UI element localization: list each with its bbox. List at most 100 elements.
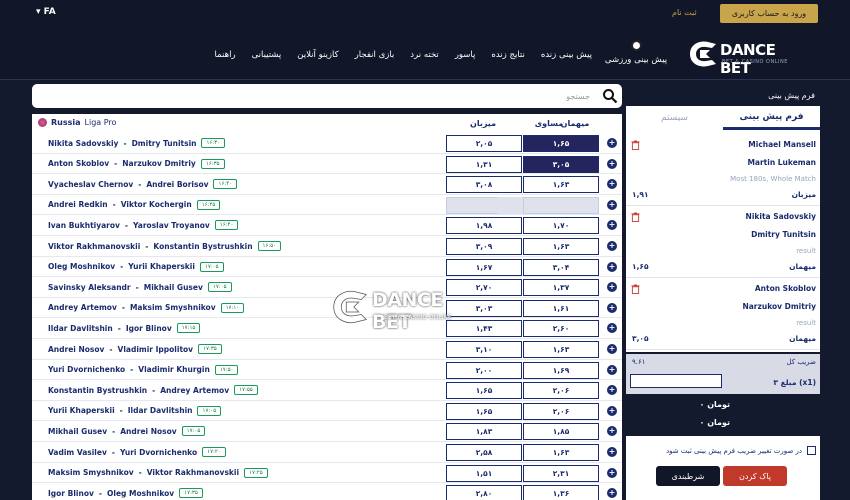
- match-players[interactable]: Vadim Vasilev - Yuri Dvornichenko ۱۷:۲۰: [48, 447, 226, 457]
- signup-link[interactable]: ثبت نام: [672, 8, 697, 17]
- odds-home[interactable]: ۱,۸۵: [523, 423, 599, 441]
- match-time-badge: ۱۶:۵۰: [257, 241, 282, 251]
- odds-home[interactable]: ۱,۶۳: [523, 341, 599, 358]
- league-name: Liga Pro: [84, 118, 117, 127]
- player-separator: -: [123, 138, 127, 148]
- nav-item[interactable]: پیش بینی زنده: [541, 50, 592, 60]
- match-players[interactable]: Nikita Sadovskiy - Dmitry Tunitsin ۱۶:۳۰: [48, 138, 226, 148]
- more-markets-icon[interactable]: +: [607, 302, 617, 313]
- match-players[interactable]: Vyacheslav Chernov - Andrei Borisov ۱۶:۴۰: [48, 179, 238, 190]
- player-away: Viktor Rakhmanovskii: [146, 468, 240, 478]
- trash-icon[interactable]: [631, 140, 640, 150]
- nav-item[interactable]: نتایج زنده: [491, 50, 524, 60]
- player-separator: -: [109, 344, 113, 354]
- odds-home[interactable]: ۳,۰۴: [523, 258, 599, 276]
- player-separator: -: [111, 447, 115, 457]
- match-players[interactable]: Andrei Redkin - Viktor Kochergin ۱۶:۴۵: [48, 199, 221, 210]
- more-markets-icon[interactable]: +: [607, 447, 617, 457]
- more-markets-icon[interactable]: +: [607, 220, 617, 231]
- match-time-badge: ۱۶:۳۰: [201, 138, 226, 148]
- match-players[interactable]: Andrei Nosov - Vladimir Ippolitov ۱۷:۳۵: [48, 344, 222, 354]
- trash-icon[interactable]: [631, 212, 640, 222]
- more-markets-icon[interactable]: +: [607, 199, 617, 210]
- match-players[interactable]: Savinsky Aleksandr - Mikhail Gusev ۱۷:۰۵: [48, 282, 232, 293]
- accept-odds-change[interactable]: در صورت تغییر ضریب فرم پیش بینی ثبت شود: [666, 446, 816, 455]
- odds-home[interactable]: ۲,۰۶: [523, 402, 599, 420]
- match-players[interactable]: Maksim Smyshnikov - Viktor Rakhmanovskii ۱۷…: [48, 467, 268, 478]
- trash-icon[interactable]: [631, 284, 640, 294]
- match-time-badge: ۱۶:۴۰: [214, 220, 239, 231]
- odds-home[interactable]: ۲,۶۰: [523, 320, 599, 338]
- accept-odds-checkbox[interactable]: [807, 446, 816, 455]
- place-bet-button[interactable]: شرطبندی: [656, 466, 720, 486]
- stake-input[interactable]: [630, 374, 722, 388]
- odds-home[interactable]: ۱,۶۳: [523, 176, 599, 194]
- more-markets-icon[interactable]: +: [607, 488, 617, 499]
- nav-item[interactable]: تخته نرد: [410, 50, 439, 60]
- odds-home[interactable]: [523, 196, 599, 214]
- odds-home[interactable]: ۱,۶۳: [523, 238, 599, 255]
- match-time-badge: ۱۶:۴۵: [196, 199, 221, 210]
- match-players[interactable]: Yuri Dvornichenko - Vladimir Khurgin ۱۷:۵۰: [48, 364, 239, 375]
- match-players[interactable]: Igor Blinov - Oleg Moshnikov ۱۷:۳۵: [48, 488, 203, 499]
- more-markets-icon[interactable]: +: [607, 261, 617, 272]
- odds-home[interactable]: ۱,۶۱: [523, 299, 599, 317]
- more-markets-icon[interactable]: +: [607, 282, 617, 293]
- total-odds-value: ۹.۶۱: [632, 358, 646, 366]
- more-markets-icon[interactable]: +: [607, 426, 617, 437]
- language-switcher[interactable]: ▾ FA: [36, 7, 56, 17]
- match-players[interactable]: Oleg Moshnikov - Yurii Khaperskii ۱۷:۰۵: [48, 261, 224, 272]
- bet-market: Most 180s, Whole Match: [730, 175, 816, 183]
- more-markets-icon[interactable]: +: [607, 241, 617, 251]
- more-markets-icon[interactable]: +: [607, 323, 617, 334]
- match-players[interactable]: Viktor Rakhmanovskii - Konstantin Bystrush…: [48, 241, 282, 251]
- logo[interactable]: DANCE BET BET & CASINO ONLINE: [686, 38, 810, 77]
- search-input[interactable]: [40, 88, 590, 104]
- more-markets-icon[interactable]: +: [607, 467, 617, 478]
- odds-home[interactable]: ۲,۳۱: [523, 464, 599, 482]
- odds-home[interactable]: ۱,۳۶: [523, 485, 599, 500]
- player-away: Maksim Smyshnikov: [129, 303, 216, 313]
- odds-home[interactable]: ۱,۳۷: [523, 279, 599, 297]
- match-players[interactable]: Konstantin Bystrushkin - Andrey Artemov ۱۷:…: [48, 385, 258, 396]
- nav-item[interactable]: راهنما: [215, 50, 236, 60]
- potential-win: تومان ۰: [699, 418, 730, 427]
- nav-item[interactable]: پشتیبانی: [252, 50, 282, 60]
- odds-home[interactable]: ۱,۶۵: [523, 135, 599, 152]
- tab-betslip[interactable]: فرم پیش بینی: [723, 106, 820, 130]
- more-markets-icon[interactable]: +: [607, 138, 617, 148]
- more-markets-icon[interactable]: +: [607, 158, 617, 169]
- match-players[interactable]: Yurii Khaperskii - Ildar Davlitshin ۱۷:۰۵: [48, 405, 222, 416]
- match-players[interactable]: Andrey Artemov - Maksim Smyshnikov ۱۷:۱۰: [48, 302, 245, 313]
- match-players[interactable]: Anton Skoblov - Narzukov Dmitriy ۱۶:۳۵: [48, 158, 225, 169]
- search-icon[interactable]: [602, 88, 618, 104]
- odds-home[interactable]: ۲,۰۶: [523, 382, 599, 400]
- clear-button[interactable]: پاک کردن: [723, 466, 787, 486]
- odds-home[interactable]: ۱,۶۳: [523, 444, 599, 461]
- player-away: Narzukov Dmitriy: [122, 159, 196, 169]
- tab-system[interactable]: سیستم: [626, 106, 723, 130]
- search-bar: [32, 84, 622, 108]
- nav-item[interactable]: کازینو آنلاین: [297, 50, 338, 60]
- more-markets-icon[interactable]: +: [607, 344, 617, 354]
- match-row: Nikita Sadovskiy - Dmitry Tunitsin ۱۶:۳۰ ۲,۰…: [32, 133, 622, 154]
- odds-home[interactable]: ۳,۰۵: [523, 155, 599, 173]
- player-away: Yuri Dvornichenko: [119, 447, 198, 457]
- match-players[interactable]: Ivan Bukhtiyarov - Yaroslav Troyanov ۱۶:۴۰: [48, 220, 239, 231]
- odds-home[interactable]: ۱,۶۹: [523, 361, 599, 379]
- login-button[interactable]: ورود به حساب کاربری: [720, 4, 818, 23]
- nav-item[interactable]: پاسور: [455, 50, 476, 60]
- match-players[interactable]: Mikhail Gusev - Andrei Nosov ۱۷:۰۵: [48, 426, 206, 437]
- language-label: FA: [43, 7, 56, 17]
- match-players[interactable]: Ildar Davlitshin - Igor Blinov ۱۷:۱۵: [48, 323, 201, 334]
- more-markets-icon[interactable]: +: [607, 405, 617, 416]
- more-markets-icon[interactable]: +: [607, 364, 617, 375]
- betslip-actions: در صورت تغییر ضریب فرم پیش بینی ثبت شود …: [626, 436, 820, 500]
- nav-item[interactable]: بازی انفجار: [355, 50, 395, 60]
- nav-sport-betting[interactable]: پیش بینی ورزشی: [604, 40, 668, 65]
- more-markets-icon[interactable]: +: [607, 385, 617, 396]
- match-row: Yuri Dvornichenko - Vladimir Khurgin ۱۷:۵۰ ۲…: [32, 360, 622, 381]
- more-markets-icon[interactable]: +: [607, 179, 617, 190]
- odds-home[interactable]: ۱,۷۰: [523, 217, 599, 235]
- player-away: Oleg Moshnikov: [107, 488, 175, 498]
